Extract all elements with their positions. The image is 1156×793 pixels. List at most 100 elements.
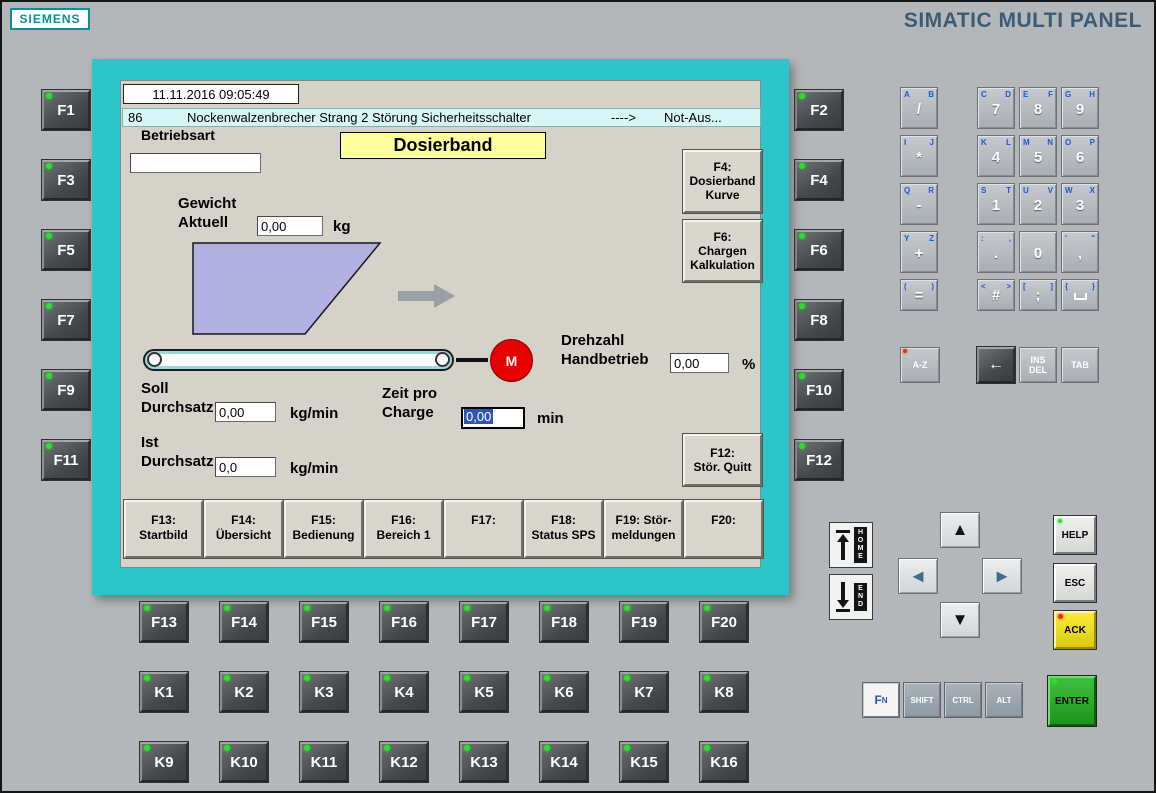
hardware-key-f2[interactable]: F2: [795, 90, 843, 130]
keypad-key-plus[interactable]: YZ+: [900, 231, 938, 273]
nav-button-f20[interactable]: F20:: [684, 500, 763, 558]
led-icon: [799, 93, 805, 99]
fn-key[interactable]: FN: [862, 682, 900, 718]
shift-key[interactable]: SHIFT: [903, 682, 941, 718]
keypad-key-9[interactable]: GH9: [1061, 87, 1099, 129]
led-icon: [224, 745, 230, 751]
backspace-key[interactable]: ←: [977, 347, 1015, 383]
soll-value-field[interactable]: 0,00: [215, 402, 276, 422]
help-key[interactable]: HELP: [1054, 516, 1096, 554]
hardware-key-k12[interactable]: K12: [380, 742, 428, 782]
key-shift-letter: ': [1065, 234, 1067, 243]
hardware-key-k4[interactable]: K4: [380, 672, 428, 712]
hardware-key-f19[interactable]: F19: [620, 602, 668, 642]
hardware-key-k8[interactable]: K8: [700, 672, 748, 712]
keypad-key-semicolon[interactable]: [];: [1019, 279, 1057, 311]
alt-key[interactable]: ALT: [985, 682, 1023, 718]
hardware-key-k7[interactable]: K7: [620, 672, 668, 712]
hardware-key-k10[interactable]: K10: [220, 742, 268, 782]
key-shift-letter: E: [1023, 90, 1028, 99]
hardware-key-f14[interactable]: F14: [220, 602, 268, 642]
keypad-key-hash[interactable]: <>#: [977, 279, 1015, 311]
arrow-right-key[interactable]: ►: [982, 558, 1022, 594]
hardware-key-f7[interactable]: F7: [42, 300, 90, 340]
keypad-key-5[interactable]: MN5: [1019, 135, 1057, 177]
keypad-key-equals[interactable]: ()=: [900, 279, 938, 311]
hardware-key-k16[interactable]: K16: [700, 742, 748, 782]
tab-key[interactable]: TAB: [1061, 347, 1099, 383]
nav-button-f19-stoermeldungen[interactable]: F19: Stör-meldungen: [604, 500, 683, 558]
softkey-f12-stoer-quitt[interactable]: F12: Stör. Quitt: [683, 434, 762, 486]
hardware-key-k2[interactable]: K2: [220, 672, 268, 712]
keypad-key-0[interactable]: 0: [1019, 231, 1057, 273]
key-label: ,: [1062, 245, 1098, 262]
hardware-key-f3[interactable]: F3: [42, 160, 90, 200]
gewicht-value-field[interactable]: 0,00: [257, 216, 323, 236]
hardware-key-k14[interactable]: K14: [540, 742, 588, 782]
key-label: 0: [1020, 245, 1056, 262]
hardware-key-f18[interactable]: F18: [540, 602, 588, 642]
softkey-f4-dosierband-kurve[interactable]: F4: Dosierband Kurve: [683, 150, 762, 213]
hardware-key-f6[interactable]: F6: [795, 230, 843, 270]
hardware-key-f15[interactable]: F15: [300, 602, 348, 642]
hardware-key-k1[interactable]: K1: [140, 672, 188, 712]
keypad-key-asterisk[interactable]: IJ*: [900, 135, 938, 177]
end-key[interactable]: END: [829, 574, 873, 620]
nav-button-f14-uebersicht[interactable]: F14:Übersicht: [204, 500, 283, 558]
keypad-key-comma[interactable]: '",: [1061, 231, 1099, 273]
hardware-key-f17[interactable]: F17: [460, 602, 508, 642]
led-icon: [464, 605, 470, 611]
hardware-key-f11[interactable]: F11: [42, 440, 90, 480]
ack-key[interactable]: ACK: [1054, 611, 1096, 649]
keypad-key-period[interactable]: :,.: [977, 231, 1015, 273]
hardware-key-f9[interactable]: F9: [42, 370, 90, 410]
keypad-key-7[interactable]: CD7: [977, 87, 1015, 129]
hardware-key-f20[interactable]: F20: [700, 602, 748, 642]
esc-key[interactable]: ESC: [1054, 564, 1096, 602]
keypad-key-4[interactable]: KL4: [977, 135, 1015, 177]
hardware-key-k5[interactable]: K5: [460, 672, 508, 712]
ist-value-field[interactable]: 0,0: [215, 457, 276, 477]
hardware-key-f4[interactable]: F4: [795, 160, 843, 200]
softkey-f6-chargen-kalkulation[interactable]: F6: Chargen Kalkulation: [683, 220, 762, 282]
az-toggle-key[interactable]: A-Z: [900, 347, 940, 383]
hardware-key-k6[interactable]: K6: [540, 672, 588, 712]
arrow-left-key[interactable]: ◄: [898, 558, 938, 594]
hardware-key-f5[interactable]: F5: [42, 230, 90, 270]
keypad-key-space[interactable]: {}: [1061, 279, 1099, 311]
button-line: F18:: [526, 513, 601, 528]
nav-button-f18-status-sps[interactable]: F18:Status SPS: [524, 500, 603, 558]
keypad-key-8[interactable]: EF8: [1019, 87, 1057, 129]
ctrl-key[interactable]: CTRL: [944, 682, 982, 718]
keypad-key-1[interactable]: ST1: [977, 183, 1015, 225]
home-key[interactable]: HOME: [829, 522, 873, 568]
hardware-key-f13[interactable]: F13: [140, 602, 188, 642]
nav-button-f16-bereich1[interactable]: F16:Bereich 1: [364, 500, 443, 558]
hardware-key-k15[interactable]: K15: [620, 742, 668, 782]
keypad-key-6[interactable]: OP6: [1061, 135, 1099, 177]
hardware-key-f16[interactable]: F16: [380, 602, 428, 642]
ins-del-key[interactable]: INSDEL: [1019, 347, 1057, 383]
keypad-key-3[interactable]: WX3: [1061, 183, 1099, 225]
hardware-key-k13[interactable]: K13: [460, 742, 508, 782]
hardware-key-f1[interactable]: F1: [42, 90, 90, 130]
nav-button-f13-startbild[interactable]: F13:Startbild: [124, 500, 203, 558]
key-label: .: [978, 245, 1014, 262]
hardware-key-k3[interactable]: K3: [300, 672, 348, 712]
betriebsart-input[interactable]: [130, 153, 261, 173]
keypad-key-2[interactable]: UV2: [1019, 183, 1057, 225]
hardware-key-f8[interactable]: F8: [795, 300, 843, 340]
hardware-key-k9[interactable]: K9: [140, 742, 188, 782]
nav-button-f17[interactable]: F17:: [444, 500, 523, 558]
arrow-down-key[interactable]: ▼: [940, 602, 980, 638]
hardware-key-f10[interactable]: F10: [795, 370, 843, 410]
arrow-up-key[interactable]: ▲: [940, 512, 980, 548]
enter-key[interactable]: ENTER: [1048, 676, 1096, 726]
drehzahl-value-field[interactable]: 0,00: [670, 353, 729, 373]
hardware-key-k11[interactable]: K11: [300, 742, 348, 782]
zeit-value-field[interactable]: 0,00: [461, 407, 525, 429]
keypad-key-slash[interactable]: AB/: [900, 87, 938, 129]
keypad-key-minus[interactable]: QR-: [900, 183, 938, 225]
hardware-key-f12[interactable]: F12: [795, 440, 843, 480]
nav-button-f15-bedienung[interactable]: F15:Bedienung: [284, 500, 363, 558]
